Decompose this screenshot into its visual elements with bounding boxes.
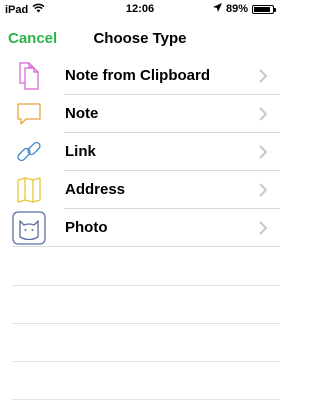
battery-percent: 89% [225, 3, 248, 15]
empty-row [12, 324, 280, 362]
empty-row [12, 362, 280, 400]
list-item-link[interactable]: Link [0, 133, 280, 171]
status-bar: iPad 12:06 89% [0, 0, 280, 20]
list-item-label: Address [65, 181, 126, 198]
list-item-label: Note [65, 105, 99, 122]
chevron-right-icon [258, 183, 268, 197]
cancel-button[interactable]: Cancel [8, 30, 57, 47]
empty-row [12, 248, 280, 286]
chevron-right-icon [258, 221, 268, 235]
battery-tip [274, 7, 276, 12]
location-arrow-icon [212, 3, 222, 15]
empty-row [12, 286, 280, 324]
navigation-bar: Cancel Choose Type [0, 20, 280, 58]
speech-bubble-icon [14, 99, 44, 129]
battery-level [254, 6, 271, 12]
list-item-note-from-clipboard[interactable]: Note from Clipboard [0, 57, 280, 95]
status-right: 89% [212, 3, 276, 15]
chevron-right-icon [258, 107, 268, 121]
type-list: Note from Clipboard Note Link Address Ph… [0, 57, 280, 247]
clipboard-note-icon [14, 61, 44, 91]
chain-link-icon [14, 137, 44, 167]
battery-icon [252, 4, 276, 14]
list-item-label: Link [65, 143, 96, 160]
row-separator [12, 246, 280, 247]
list-item-note[interactable]: Note [0, 95, 280, 133]
chevron-right-icon [258, 145, 268, 159]
empty-table-rows [12, 248, 280, 400]
map-icon [14, 175, 44, 205]
list-item-label: Note from Clipboard [65, 67, 210, 84]
cat-photo-icon [12, 211, 46, 245]
list-item-address[interactable]: Address [0, 171, 280, 209]
chevron-right-icon [258, 69, 268, 83]
list-item-photo[interactable]: Photo [0, 209, 280, 247]
list-item-label: Photo [65, 219, 108, 236]
